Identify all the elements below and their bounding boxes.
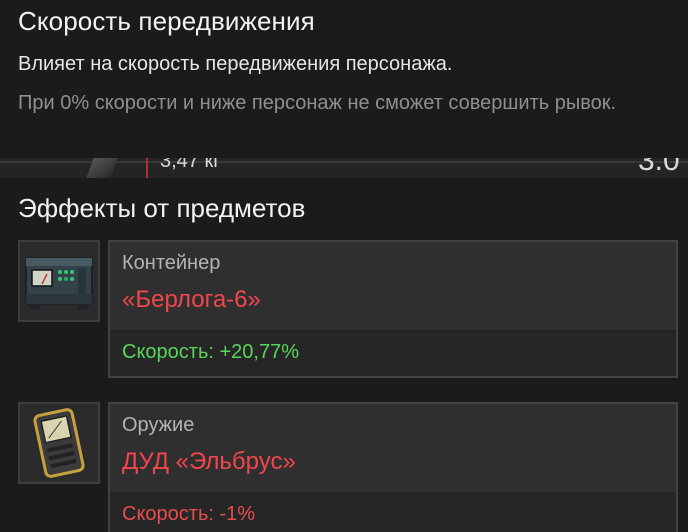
tooltip-note: При 0% скорости и ниже персонаж не сможе… [18,92,617,114]
item-thumbnail [18,240,100,322]
item-category: Оружие [122,414,195,436]
item-info-header: Оружие ДУД «Эльбрус» [110,404,676,494]
speed-tooltip: Скорость передвижения Влияет на скорость… [0,0,688,532]
item-effect-row: Скорость: -1% [110,494,676,532]
item-name: ДУД «Эльбрус» [122,448,296,475]
effect-value: Скорость: -1% [122,503,256,525]
background-marker [146,158,148,178]
item-name: «Берлога-6» [122,286,261,313]
container-icon [25,257,93,309]
item-thumbnail [18,402,100,484]
tooltip-header: Скорость передвижения Влияет на скорость… [0,0,688,158]
item-info-panel: Контейнер «Берлога-6» Скорость: +20,77% [108,240,678,378]
item-effects-section: Эффекты от предметов Контейнер «Берлога-… [0,178,688,532]
section-title: Эффекты от предметов [18,193,306,223]
tooltip-description: Влияет на скорость передвижения персонаж… [18,53,453,75]
effect-value: Скорость: +20,77% [122,341,299,363]
item-info-header: Контейнер «Берлога-6» [110,242,676,332]
tooltip-title: Скорость передвижения [18,6,315,36]
item-info-panel: Оружие ДУД «Эльбрус» Скорость: -1% [108,402,678,532]
item-effect-row: Скорость: +20,77% [110,332,676,376]
background-weight-text: 3,47 кг [160,158,221,172]
background-value-text: 3.0 [638,158,680,177]
item-category: Контейнер [122,252,221,274]
background-inventory-row: 3,47 кг 3.0 [0,158,688,178]
detector-icon [33,408,85,478]
